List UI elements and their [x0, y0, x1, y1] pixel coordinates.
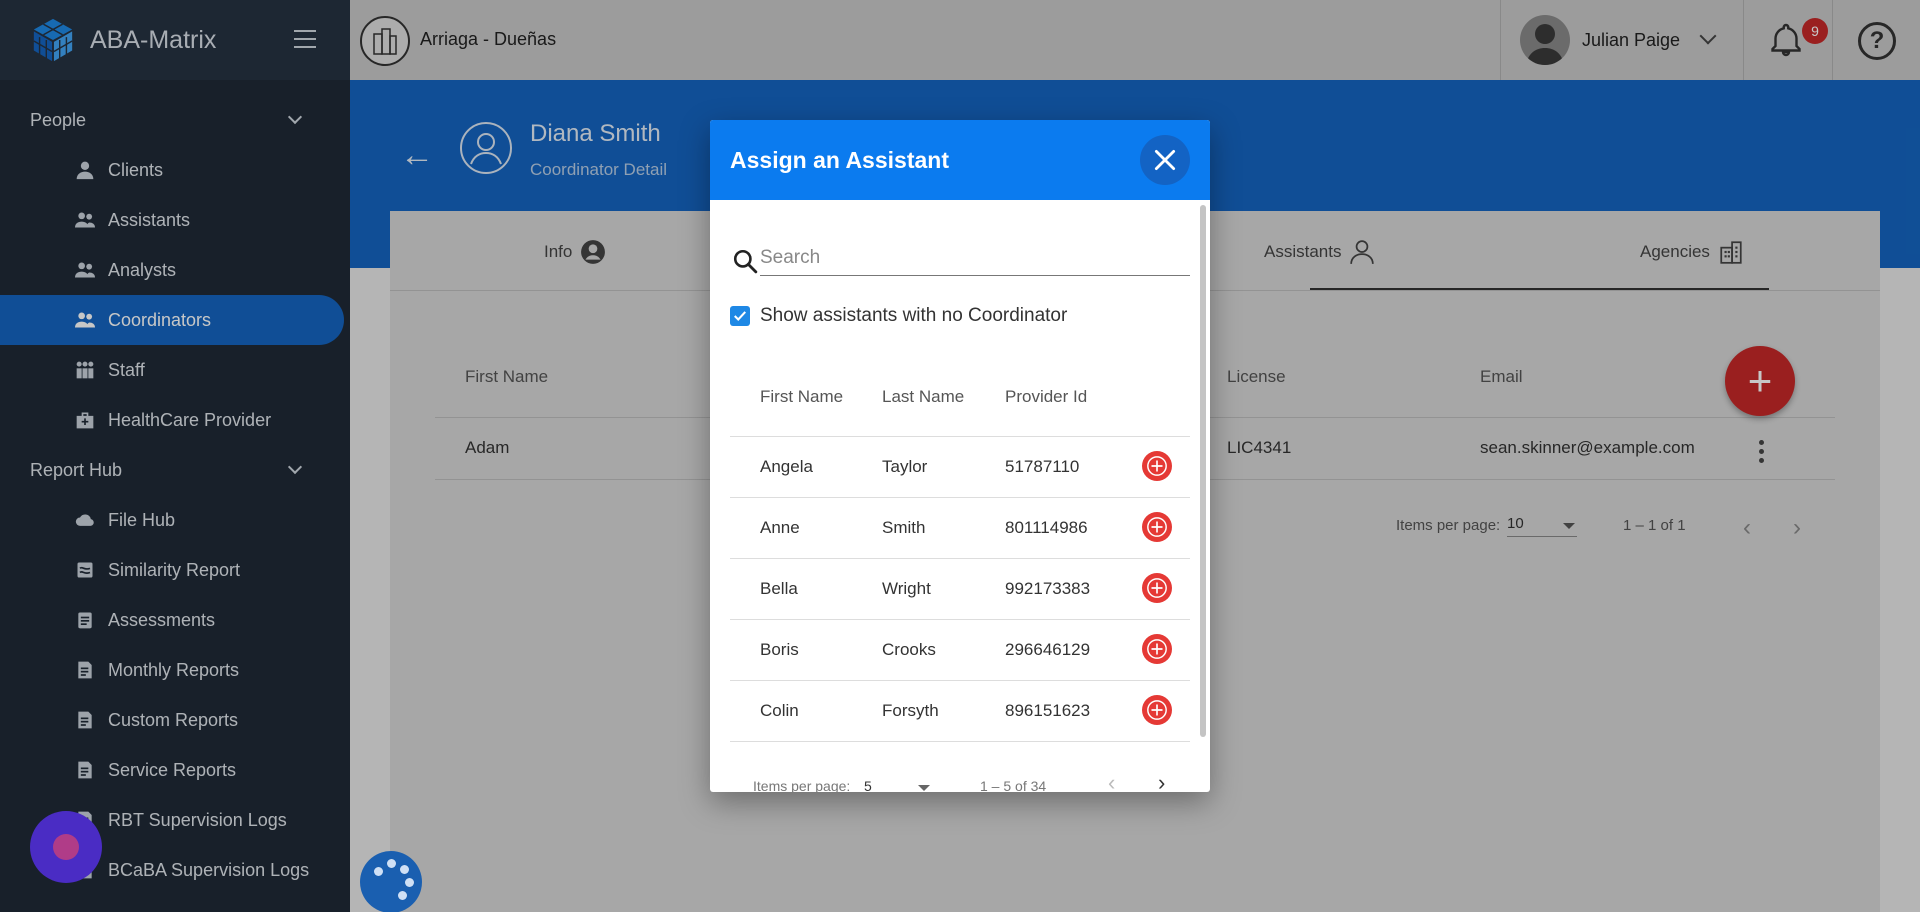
cell-provider-id: 51787110 [1005, 457, 1080, 476]
cell-last-name: Taylor [882, 457, 928, 476]
dialog-title: Assign an Assistant [730, 146, 949, 173]
pagination-range: 1 – 5 of 34 [980, 778, 1047, 792]
add-circle-icon [1147, 578, 1167, 598]
cell-provider-id: 896151623 [1005, 701, 1091, 720]
divider [730, 741, 1190, 742]
cell-last-name: Wright [882, 579, 931, 598]
no-coordinator-checkbox-label[interactable]: Show assistants with no Coordinator [760, 305, 1067, 327]
cell-provider-id: 801114986 [1005, 518, 1088, 537]
previous-page-icon[interactable]: ‹ [1108, 770, 1115, 792]
add-assistant-button[interactable] [1142, 451, 1172, 481]
cell-provider-id: 296646129 [1005, 640, 1091, 659]
items-per-page-label: Items per page: [753, 778, 851, 792]
divider [730, 558, 1190, 559]
chat-dot-icon [53, 834, 79, 860]
divider [730, 680, 1190, 681]
cell-provider-id: 992173383 [1005, 579, 1091, 598]
cell-first-name: Colin [760, 701, 799, 720]
add-circle-icon [1147, 456, 1167, 476]
dialog-header: Assign an Assistant [710, 120, 1210, 200]
add-circle-icon [1147, 517, 1167, 537]
add-assistant-button[interactable] [1142, 634, 1172, 664]
cell-last-name: Smith [882, 518, 926, 537]
add-assistant-button[interactable] [1142, 695, 1172, 725]
search-input[interactable] [760, 240, 1190, 276]
cell-first-name: Anne [760, 518, 800, 537]
add-circle-icon [1147, 639, 1167, 659]
cell-last-name: Crooks [882, 640, 936, 659]
divider [730, 436, 1190, 437]
add-circle-icon [1147, 700, 1167, 720]
close-icon [1154, 149, 1176, 171]
add-assistant-button[interactable] [1142, 573, 1172, 603]
divider [730, 619, 1190, 620]
chat-widget-button[interactable] [30, 811, 102, 883]
dialog-scrollbar[interactable] [1200, 205, 1206, 737]
next-page-icon[interactable]: › [1158, 770, 1165, 792]
items-per-page-select[interactable]: 5 [864, 778, 872, 792]
loading-widget-button[interactable] [360, 851, 422, 912]
checkmark-icon [734, 311, 747, 321]
column-header-last-name[interactable]: Last Name [882, 387, 964, 407]
cell-first-name: Boris [760, 640, 799, 659]
divider [730, 497, 1190, 498]
add-assistant-button[interactable] [1142, 512, 1172, 542]
column-header-provider-id[interactable]: Provider Id [1005, 387, 1087, 407]
assign-assistant-dialog: Assign an Assistant Show assistants with… [710, 120, 1210, 792]
cell-last-name: Forsyth [882, 701, 939, 720]
search-icon [733, 249, 758, 274]
cell-first-name: Bella [760, 579, 798, 598]
caret-down-icon[interactable] [918, 785, 930, 791]
column-header-first-name[interactable]: First Name [760, 387, 843, 407]
close-button[interactable] [1140, 135, 1190, 185]
cell-first-name: Angela [760, 457, 813, 476]
no-coordinator-checkbox[interactable] [730, 306, 750, 326]
